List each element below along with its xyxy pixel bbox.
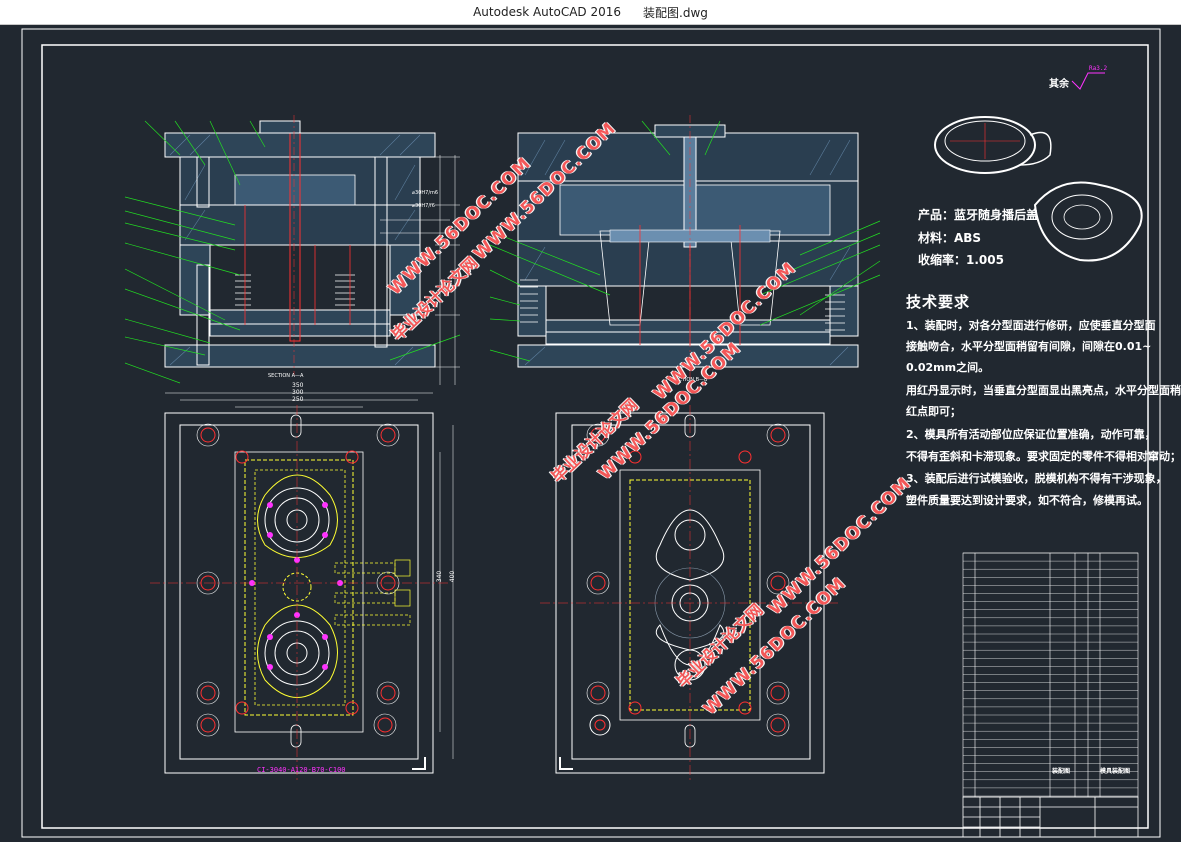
file-name: 装配图.dwg [643, 5, 708, 20]
dim-250: 250 [292, 396, 304, 403]
section-a-view [124, 115, 461, 385]
product-material: 材料：ABS [918, 231, 982, 245]
dim-300: 300 [292, 389, 304, 396]
roughness-symbol [1071, 72, 1105, 90]
roughness-label: 其余 [1049, 79, 1069, 90]
plan-view-left [150, 392, 454, 780]
tech-line: 3、装配后进行试模验收，脱模机构不得有干涉现象， [906, 472, 1167, 485]
model-code: CI-3040-A120-B70-C100 [257, 766, 346, 774]
app-name: Autodesk AutoCAD 2016 [473, 5, 622, 19]
tech-requirements-title: 技术要求 [906, 293, 971, 311]
tech-line: 1、装配时，对各分型面进行修研，应使垂直分型面 [906, 319, 1156, 332]
parts-table [962, 552, 1139, 798]
tech-line: 红点即可； [906, 405, 961, 418]
dim-340: 340 [436, 570, 444, 583]
window-titlebar: Autodesk AutoCAD 2016 装配图.dwg [0, 0, 1181, 25]
section-b-view [489, 115, 881, 385]
corner-mark-right [559, 757, 573, 770]
tech-line: 塑件质量要达到设计要求，如不符合，修模再试。 [906, 494, 1148, 507]
fit-label-1: ⌀30H7/m6 [412, 190, 439, 196]
dim-350: 350 [292, 382, 304, 389]
dim-400: 400 [449, 570, 457, 583]
tech-line: 接触吻合，水平分型面稍留有间隙，间隙在0.01~ [906, 340, 1152, 353]
title-block-name: 模具装配图 [1100, 768, 1131, 775]
product-name: 产品：蓝牙随身播后盖 [918, 208, 1039, 222]
product-shrinkage: 收缩率：1.005 [918, 253, 1004, 267]
fit-label-2: ⌀30H7/f6 [412, 203, 435, 209]
title-block-company: 装配图 [1052, 768, 1071, 775]
parts-table-rows [963, 552, 1138, 797]
tech-line: 2、模具所有活动部位应保证位置准确，动作可靠， [906, 428, 1156, 441]
drawing-canvas[interactable]: 其余 Ra3.2 SECTION A—A SECTION B—B CI-3040… [0, 25, 1181, 842]
section-a-label: SECTION A—A [268, 373, 304, 379]
tech-line: 0.02mm之间。 [906, 361, 990, 374]
title-block [962, 796, 1139, 838]
tech-requirements-body: 1、装配时，对各分型面进行修研，应使垂直分型面 接触吻合，水平分型面稍留有间隙，… [906, 319, 1181, 516]
tech-line: 不得有歪斜和卡滞现象。要求固定的零件不得相对窜动； [906, 450, 1181, 463]
tech-line: 用红丹显示时，当垂直分型面显出黑亮点，水平分型面稍见 [906, 384, 1181, 397]
roughness-value: Ra3.2 [1089, 65, 1108, 72]
